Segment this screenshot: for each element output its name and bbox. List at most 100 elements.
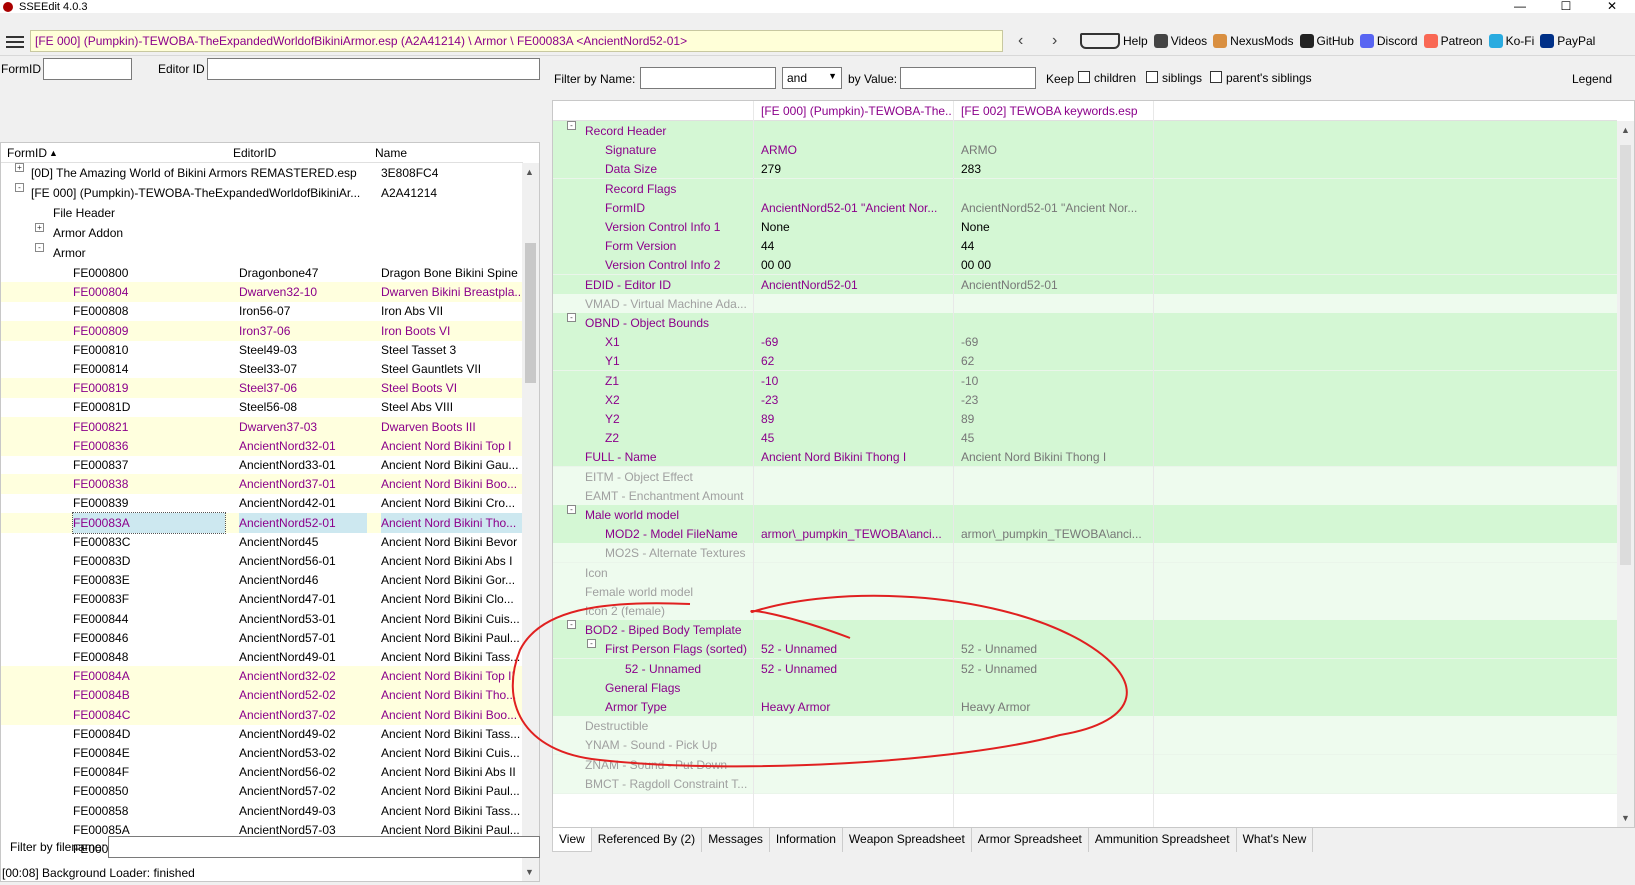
col-plugin-2[interactable]: [FE 002] TEWOBA keywords.esp (961, 104, 1151, 118)
table-row[interactable]: FE00083D AncientNord56-01 Ancient Nord Bik… (1, 551, 523, 571)
table-row[interactable]: FE000814 Steel33-07 Steel Gauntlets VII (1, 359, 523, 379)
grid-row[interactable]: Z2 45 45 (553, 428, 1617, 449)
grid-row[interactable]: Armor Type Heavy Armor Heavy Armor (553, 697, 1617, 717)
grid-row[interactable]: Record Flags (553, 178, 1617, 199)
maximize-button[interactable]: ☐ (1543, 0, 1589, 13)
by-value-input[interactable] (900, 67, 1036, 89)
col-plugin-1[interactable]: [FE 000] (Pumpkin)-TEWOBA-The... (761, 104, 951, 118)
link-patreon[interactable]: Patreon (1423, 34, 1483, 48)
children-checkbox[interactable] (1078, 71, 1090, 83)
table-row[interactable]: FE00084D AncientNord49-02 Ancient Nord Bik… (1, 724, 523, 744)
table-row[interactable]: FE000804 Dwarven32-10 Dwarven Bikini Breas… (1, 282, 523, 303)
link-paypal[interactable]: PayPal (1540, 34, 1595, 48)
scroll-up-icon[interactable]: ▲ (525, 167, 534, 177)
grid-row[interactable]: - First Person Flags (sorted) 52 - Unnamed… (553, 639, 1617, 660)
expand-icon[interactable]: + (15, 163, 24, 172)
table-row[interactable]: FE000844 AncientNord53-01 Ancient Nord Bik… (1, 609, 523, 629)
table-row[interactable]: FE00083F AncientNord47-01 Ancient Nord Bik… (1, 589, 523, 609)
link-videos[interactable]: Videos (1153, 34, 1207, 48)
parents-siblings-checkbox[interactable] (1210, 71, 1222, 83)
forward-arrow-icon[interactable]: › (1052, 32, 1057, 50)
table-row[interactable]: FE00084F AncientNord56-02 Ancient Nord Bik… (1, 762, 523, 782)
col-name[interactable]: Name (375, 146, 407, 160)
tab-referenced-by-2-[interactable]: Referenced By (2) (592, 828, 703, 852)
table-row[interactable]: FE000858 AncientNord49-03 Ancient Nord Bik… (1, 801, 523, 821)
tab-information[interactable]: Information (770, 828, 843, 852)
table-row[interactable]: FE00084C AncientNord37-02 Ancient Nord Bik… (1, 704, 523, 725)
tab-view[interactable]: View (552, 828, 592, 852)
grid-row[interactable]: Z1 -10 -10 (553, 370, 1617, 391)
filter-filename-input[interactable] (108, 836, 540, 858)
grid-row[interactable]: 52 - Unnamed 52 - Unnamed 52 - Unnamed (553, 658, 1617, 679)
tree-node[interactable]: File Header (1, 203, 523, 223)
tab-ammunition-spreadsheet[interactable]: Ammunition Spreadsheet (1089, 828, 1237, 852)
tree-node[interactable]: + Armor Addon (1, 223, 523, 243)
grid-row[interactable]: X2 -23 -23 (553, 389, 1617, 410)
grid-row[interactable]: Version Control Info 1 None None (553, 217, 1617, 237)
tab-armor-spreadsheet[interactable]: Armor Spreadsheet (972, 828, 1089, 852)
filter-name-input[interactable] (640, 67, 776, 89)
grid-row[interactable]: - Male world model (553, 505, 1617, 525)
grid-scrollbar[interactable]: ▲ ▼ (1617, 121, 1634, 827)
grid-row[interactable]: Icon (553, 562, 1617, 583)
table-row[interactable]: FE000810 Steel49-03 Steel Tasset 3 (1, 340, 523, 360)
scroll-thumb[interactable] (525, 243, 536, 383)
grid-row[interactable]: X1 -69 -69 (553, 332, 1617, 353)
siblings-checkbox[interactable] (1146, 71, 1158, 83)
table-row[interactable]: FE00084A AncientNord32-02 Ancient Nord Bik… (1, 666, 523, 687)
legend-button[interactable]: Legend (1572, 72, 1612, 86)
table-row[interactable]: FE000848 AncientNord49-01 Ancient Nord Bik… (1, 647, 523, 667)
tree-scrollbar[interactable]: ▲ ▼ (522, 163, 539, 881)
grid-row[interactable]: FormID AncientNord52-01 "Ancient Nor... An… (553, 197, 1617, 218)
grid-row[interactable]: ZNAM - Sound - Put Down (553, 754, 1617, 775)
table-row[interactable]: FE000808 Iron56-07 Iron Abs VII (1, 301, 523, 321)
table-row[interactable]: FE000809 Iron37-06 Iron Boots VI (1, 320, 523, 341)
grid-row[interactable]: Data Size 279 283 (553, 159, 1617, 180)
table-row[interactable]: FE000821 Dwarven37-03 Dwarven Boots III (1, 416, 523, 437)
table-row[interactable]: FE000837 AncientNord33-01 Ancient Nord Bik… (1, 455, 523, 475)
table-row[interactable]: FE00084B AncientNord52-02 Ancient Nord Bik… (1, 685, 523, 706)
grid-scroll-down-icon[interactable]: ▼ (1621, 813, 1630, 823)
grid-row[interactable]: EAMT - Enchantment Amount (553, 485, 1617, 506)
table-row[interactable]: FE000850 AncientNord57-02 Ancient Nord Bik… (1, 781, 523, 801)
table-row[interactable]: FE000819 Steel37-06 Steel Boots VI (1, 378, 523, 399)
grid-row[interactable]: - BOD2 - Biped Body Template (553, 620, 1617, 641)
grid-row[interactable]: Y1 62 62 (553, 351, 1617, 372)
grid-row[interactable]: YNAM - Sound - Pick Up (553, 735, 1617, 756)
tab-weapon-spreadsheet[interactable]: Weapon Spreadsheet (843, 828, 972, 852)
table-row[interactable]: FE00084E AncientNord53-02 Ancient Nord Bik… (1, 743, 523, 763)
grid-row[interactable]: Destructible (553, 716, 1617, 737)
formid-input[interactable] (43, 58, 132, 80)
grid-row[interactable]: Version Control Info 2 00 00 00 00 (553, 255, 1617, 276)
grid-row[interactable]: EITM - Object Effect (553, 466, 1617, 487)
grid-row[interactable]: General Flags (553, 677, 1617, 698)
col-formid[interactable]: FormID (7, 146, 47, 160)
grid-row[interactable]: Y2 89 89 (553, 409, 1617, 429)
link-github[interactable]: GitHub (1299, 34, 1354, 48)
back-arrow-icon[interactable]: ‹ (1018, 32, 1023, 50)
tab-what-s-new[interactable]: What's New (1237, 828, 1314, 852)
record-path[interactable]: [FE 000] (Pumpkin)-TEWOBA-TheExpandedWor… (30, 30, 1003, 52)
collapse-icon[interactable]: - (15, 183, 24, 192)
collapse-icon[interactable]: - (567, 121, 576, 130)
editorid-input[interactable] (207, 58, 540, 80)
table-row[interactable]: FE00083A AncientNord52-01 Ancient Nord Bik… (1, 511, 523, 534)
table-row[interactable]: FE00083C AncientNord45 Ancient Nord Bikini… (1, 532, 523, 552)
grid-row[interactable]: Icon 2 (female) (553, 601, 1617, 621)
collapse-icon[interactable]: - (567, 620, 576, 630)
collapse-icon[interactable]: - (567, 505, 576, 514)
grid-row[interactable]: MOD2 - Model FileName armor\_pumpkin_TEWO… (553, 524, 1617, 545)
col-editorid[interactable]: EditorID (233, 146, 276, 160)
grid-row[interactable]: Signature ARMO ARMO (553, 140, 1617, 161)
grid-row[interactable]: MO2S - Alternate Textures (553, 543, 1617, 564)
grid-row[interactable]: - Record Header (553, 121, 1617, 141)
table-row[interactable]: FE00081D Steel56-08 Steel Abs VIII (1, 397, 523, 417)
collapse-icon[interactable]: - (35, 243, 44, 252)
link-discord[interactable]: Discord (1359, 34, 1418, 48)
close-button[interactable]: ✕ (1589, 0, 1635, 13)
grid-row[interactable]: FULL - Name Ancient Nord Bikini Thong I An… (553, 447, 1617, 468)
menu-icon[interactable] (6, 36, 24, 48)
grid-scroll-up-icon[interactable]: ▲ (1621, 125, 1630, 135)
grid-row[interactable]: - OBND - Object Bounds (553, 313, 1617, 333)
table-row[interactable]: FE000839 AncientNord42-01 Ancient Nord Bik… (1, 493, 523, 513)
